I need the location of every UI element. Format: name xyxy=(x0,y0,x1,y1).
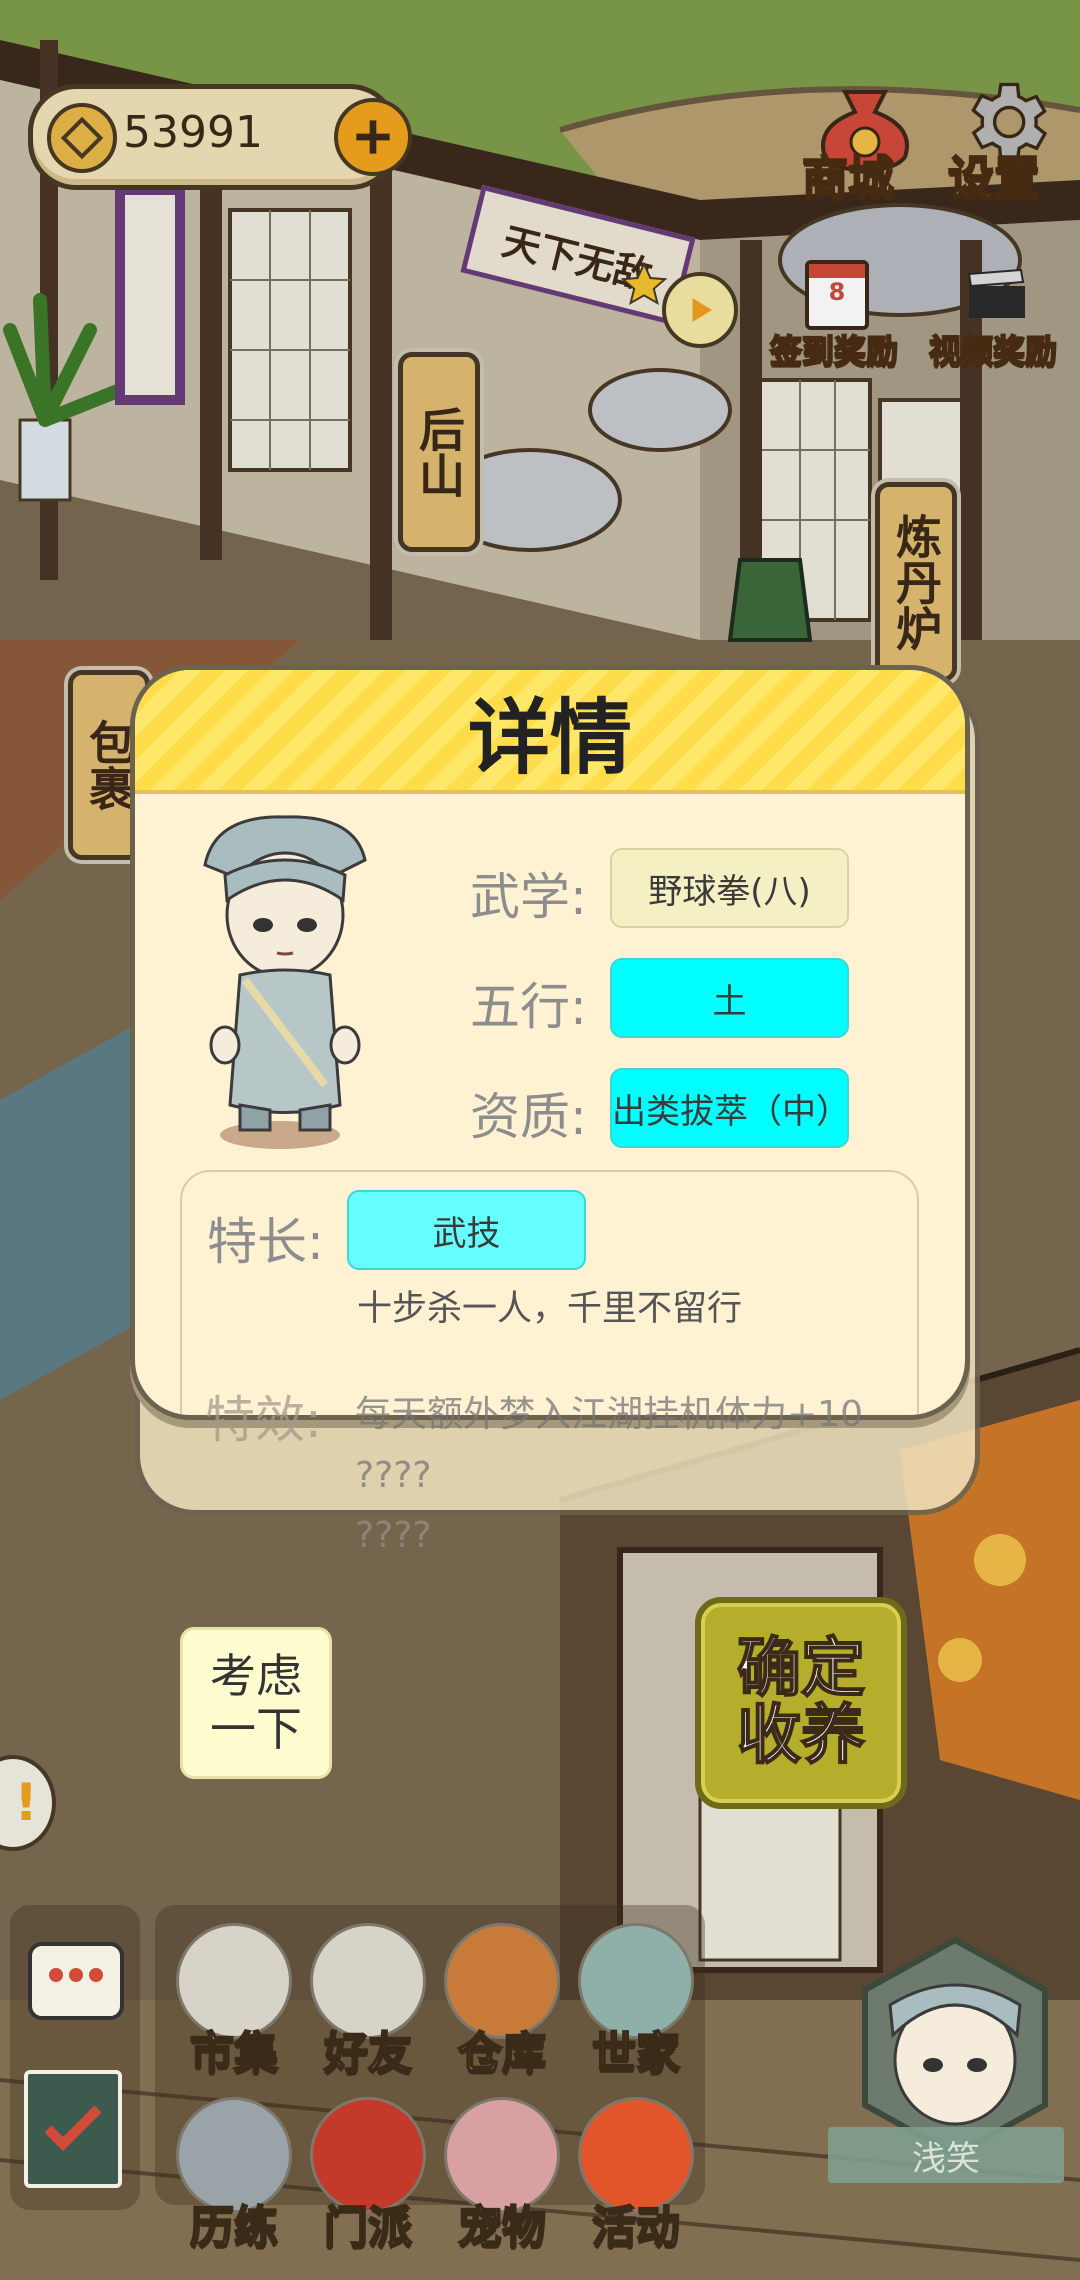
specialty-value: 武技 xyxy=(347,1190,586,1270)
nav-sect[interactable]: 门派 xyxy=(303,2097,433,2255)
bottom-nav: 市集 好友 仓库 世家 历练 门派 宠物 活动 xyxy=(155,1905,705,2254)
aptitude-label: 资质: xyxy=(470,1088,587,1146)
specialty-label: 特长: xyxy=(207,1213,324,1271)
effect-hidden-2: ???? xyxy=(355,1515,432,1556)
nav-clan[interactable]: 世家 xyxy=(571,1923,701,2081)
element-value: 土 xyxy=(610,958,849,1038)
effect-label: 特效: xyxy=(205,1391,322,1449)
chat-icon xyxy=(32,1946,120,1982)
nav-events[interactable]: 活动 xyxy=(571,2097,701,2255)
nav-training[interactable]: 历练 xyxy=(169,2097,299,2255)
dialog-header: 详情 xyxy=(135,670,965,794)
avatar-mood-label: 浅笑 xyxy=(828,2127,1064,2183)
task-button[interactable] xyxy=(24,2070,122,2188)
checkmark-icon xyxy=(44,2105,102,2152)
details-dialog: 详情 武学: 野球拳(八) 五行: 土 资质: 出类拔萃（中） 特长: 武技 十… xyxy=(130,665,970,1420)
specialty-description: 十步杀一人，千里不留行 xyxy=(357,1289,743,1329)
consider-button[interactable]: 考虑 一下 xyxy=(180,1627,332,1779)
effect-hidden-1: ???? xyxy=(355,1455,432,1496)
martial-value: 野球拳(八) xyxy=(610,848,849,928)
effect-text: 每天额外梦入江湖挂机体力+10 xyxy=(355,1394,863,1435)
element-label: 五行: xyxy=(470,978,587,1036)
dialog-title: 详情 xyxy=(467,689,632,786)
nav-warehouse[interactable]: 仓库 xyxy=(437,1923,567,2081)
nav-market[interactable]: 市集 xyxy=(169,1923,299,2081)
disciple-portrait xyxy=(203,815,367,1149)
chat-button[interactable] xyxy=(28,1942,124,2020)
confirm-adopt-button[interactable]: 确定 收养 xyxy=(695,1597,907,1809)
nav-friends[interactable]: 好友 xyxy=(303,1923,433,2081)
martial-label: 武学: xyxy=(470,868,587,926)
nav-pets[interactable]: 宠物 xyxy=(437,2097,567,2255)
aptitude-value: 出类拔萃（中） xyxy=(610,1068,850,1148)
